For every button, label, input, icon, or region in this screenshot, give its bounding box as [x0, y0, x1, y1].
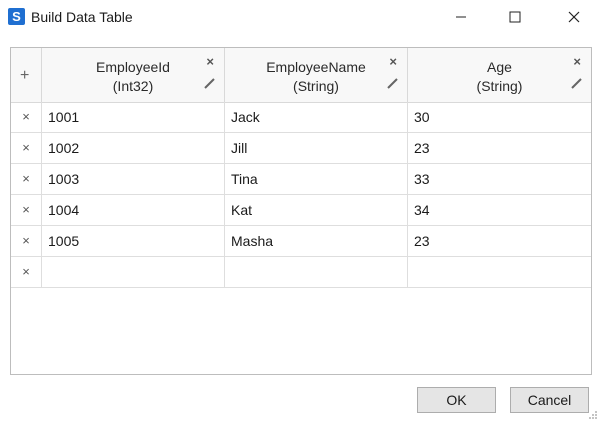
ok-button[interactable]: OK — [417, 387, 496, 413]
add-column-cell[interactable]: + — [11, 48, 42, 102]
maximize-button[interactable] — [492, 0, 538, 34]
column-header-age[interactable]: Age (String) × — [408, 48, 591, 102]
column-header-employeename[interactable]: EmployeeName (String) × — [225, 48, 408, 102]
cell-employeename[interactable]: Masha — [225, 226, 408, 256]
minimize-icon — [456, 16, 466, 18]
cell-age[interactable]: 34 — [408, 195, 591, 225]
cell-employeeid[interactable] — [42, 257, 225, 287]
table-row: × 1005 Masha 23 — [11, 226, 591, 257]
remove-column-icon[interactable]: × — [573, 54, 581, 69]
column-name: Age — [487, 59, 512, 75]
remove-column-icon[interactable]: × — [389, 54, 397, 69]
cancel-button[interactable]: Cancel — [510, 387, 589, 413]
cell-employeename[interactable]: Kat — [225, 195, 408, 225]
table-row-new: × — [11, 257, 591, 288]
table-row: × 1001 Jack 30 — [11, 102, 591, 133]
column-type: (Int32) — [112, 78, 154, 94]
cell-age[interactable]: 23 — [408, 226, 591, 256]
cell-employeename[interactable] — [225, 257, 408, 287]
maximize-icon — [509, 11, 521, 23]
cell-employeename[interactable]: Jill — [225, 133, 408, 163]
cell-age[interactable]: 23 — [408, 133, 591, 163]
table-row: × 1002 Jill 23 — [11, 133, 591, 164]
cell-employeeid[interactable]: 1002 — [42, 133, 225, 163]
edit-column-icon[interactable] — [387, 78, 398, 89]
remove-column-icon[interactable]: × — [206, 54, 214, 69]
data-table-grid: + EmployeeId (Int32) × EmployeeName (Str… — [10, 47, 592, 375]
remove-row-icon[interactable]: × — [11, 133, 42, 163]
table-row: × 1003 Tina 33 — [11, 164, 591, 195]
column-header-employeeid[interactable]: EmployeeId (Int32) × — [42, 48, 225, 102]
title-bar: S Build Data Table — [0, 0, 599, 34]
edit-column-icon[interactable] — [204, 78, 215, 89]
close-icon — [568, 11, 580, 23]
remove-row-icon[interactable]: × — [11, 164, 42, 194]
edit-column-icon[interactable] — [571, 78, 582, 89]
cell-age[interactable]: 33 — [408, 164, 591, 194]
remove-row-icon[interactable]: × — [11, 257, 42, 287]
cell-employeeid[interactable]: 1003 — [42, 164, 225, 194]
remove-row-icon[interactable]: × — [11, 226, 42, 256]
column-name: EmployeeName — [266, 59, 366, 75]
window-title: Build Data Table — [31, 9, 133, 25]
close-window-button[interactable] — [551, 0, 597, 34]
column-name: EmployeeId — [96, 59, 170, 75]
app-logo-icon: S — [8, 8, 25, 25]
remove-row-icon[interactable]: × — [11, 102, 42, 132]
cell-employeeid[interactable]: 1004 — [42, 195, 225, 225]
remove-row-icon[interactable]: × — [11, 195, 42, 225]
cell-employeeid[interactable]: 1005 — [42, 226, 225, 256]
column-type: (String) — [476, 78, 523, 94]
minimize-button[interactable] — [438, 0, 484, 34]
cell-employeename[interactable]: Tina — [225, 164, 408, 194]
cell-age[interactable] — [408, 257, 591, 287]
resize-grip-icon[interactable] — [588, 410, 598, 420]
cell-employeename[interactable]: Jack — [225, 102, 408, 132]
cell-employeeid[interactable]: 1001 — [42, 102, 225, 132]
cell-age[interactable]: 30 — [408, 102, 591, 132]
grid-header-row: + EmployeeId (Int32) × EmployeeName (Str… — [11, 48, 591, 103]
table-row: × 1004 Kat 34 — [11, 195, 591, 226]
add-column-icon[interactable]: + — [20, 67, 29, 85]
column-type: (String) — [293, 78, 339, 94]
